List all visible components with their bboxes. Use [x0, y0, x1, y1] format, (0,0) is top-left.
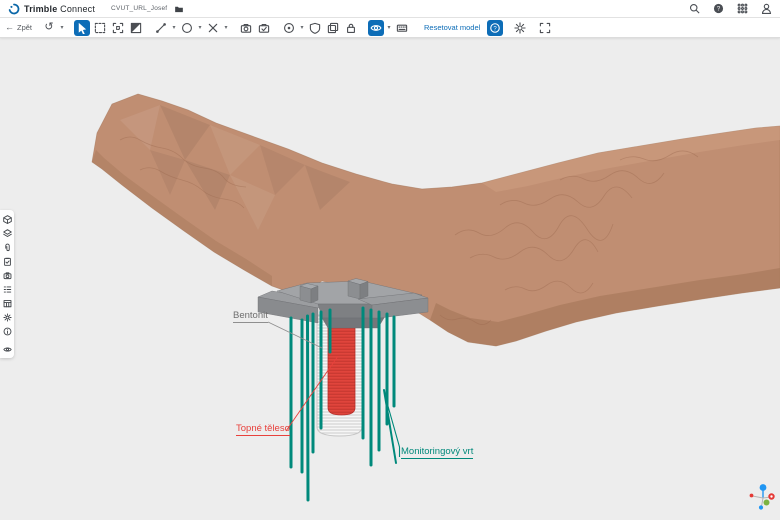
snapshot-button[interactable] [238, 20, 254, 36]
reset-model-button[interactable]: Resetovat model [424, 23, 480, 32]
fullscreen-icon [539, 22, 551, 34]
visibility-dropdown-caret[interactable]: ▾ [385, 20, 393, 36]
brand-light: Connect [60, 4, 95, 14]
eye-icon [370, 22, 382, 34]
section-dropdown-caret[interactable]: ▾ [222, 20, 230, 36]
markup-tag-button[interactable] [307, 20, 323, 36]
svg-text:?: ? [716, 6, 720, 13]
attachments-icon[interactable] [2, 242, 12, 252]
info-icon[interactable] [2, 326, 12, 336]
schedule-table-icon[interactable] [2, 298, 12, 308]
heater-body[interactable] [328, 319, 355, 415]
ellipse-icon [181, 22, 193, 34]
settings-gear-icon[interactable] [2, 312, 12, 322]
layers-icon[interactable] [2, 228, 12, 238]
snapshot-confirm-button[interactable] [256, 20, 272, 36]
trimble-logo-icon [8, 3, 20, 15]
status-dropdown-caret[interactable]: ▾ [298, 20, 306, 36]
markup-label-bentonit[interactable]: Bentonit [233, 310, 268, 323]
fullscreen-button[interactable] [537, 20, 553, 36]
apps-grid-icon[interactable] [736, 3, 748, 15]
side-tool-strip [0, 210, 14, 358]
viewer-toolbar: ← Zpět ↺ ▾ ▾ ▾ [0, 18, 780, 38]
account-icon[interactable] [760, 3, 772, 15]
help-icon[interactable]: ? [712, 3, 724, 15]
camera-icon [240, 22, 252, 34]
marquee-select-button[interactable] [92, 20, 108, 36]
area-select-button[interactable] [110, 20, 126, 36]
models-icon[interactable] [2, 214, 12, 224]
status-sphere-icon [283, 22, 295, 34]
copy-icon [327, 22, 339, 34]
measure-button[interactable] [153, 20, 169, 36]
shape-ellipse-button[interactable] [179, 20, 195, 36]
brand-bold: Trimble [24, 4, 57, 14]
camera-check-icon [258, 22, 270, 34]
project-name-breadcrumb[interactable]: CVUT_URL_Josef [111, 5, 167, 12]
pointer-cursor-icon [76, 22, 88, 34]
trimble-connect-brand[interactable]: Trimble Connect [8, 3, 95, 15]
measure-icon [155, 22, 167, 34]
topics-list-icon[interactable] [2, 284, 12, 294]
top-bar: Trimble Connect CVUT_URL_Josef ? [0, 0, 780, 18]
markup-label-monitoringovy-vrt[interactable]: Monitoringový vrt [401, 446, 473, 459]
measure-dropdown-caret[interactable]: ▾ [170, 20, 178, 36]
terrain-rock-mass[interactable] [92, 94, 780, 346]
trimble-connect-3d-viewer: { "app": { "brand_bold": "Trimble", "bra… [0, 0, 780, 520]
markup-tag-icon [309, 22, 321, 34]
project-folder-icon[interactable] [173, 3, 185, 15]
orientation-gizmo[interactable] [750, 484, 775, 510]
viewport-3d[interactable] [0, 0, 780, 520]
pointer-select-button[interactable] [74, 20, 90, 36]
help-marker-button[interactable]: ? [487, 20, 503, 36]
gear-icon [514, 22, 526, 34]
back-button[interactable]: ← Zpět [5, 23, 32, 32]
invert-selection-button[interactable] [128, 20, 144, 36]
copy-view-button[interactable] [325, 20, 341, 36]
todo-icon[interactable] [2, 256, 12, 266]
keyboard-shortcuts-button[interactable] [394, 20, 410, 36]
lock-icon [345, 22, 357, 34]
visibility-eye-button[interactable] [368, 20, 384, 36]
marquee-select-icon [94, 22, 106, 34]
undo-icon: ↺ [44, 22, 53, 33]
undo-button[interactable]: ↺ [41, 20, 57, 36]
visibility-eye-icon[interactable] [2, 344, 12, 354]
back-arrow-icon: ← [5, 23, 14, 32]
invert-selection-icon [130, 22, 142, 34]
section-cut-button[interactable] [205, 20, 221, 36]
back-label: Zpět [17, 23, 32, 32]
keyboard-icon [396, 22, 408, 34]
settings-button[interactable] [512, 20, 528, 36]
brand-text: Trimble Connect [24, 4, 95, 14]
status-sphere-button[interactable] [281, 20, 297, 36]
search-icon[interactable] [688, 3, 700, 15]
markup-label-topne-teleso[interactable]: Topné těleso [236, 423, 290, 436]
area-select-icon [112, 22, 124, 34]
help-marker-icon: ? [489, 22, 501, 34]
lock-button[interactable] [343, 20, 359, 36]
views-camera-icon[interactable] [2, 270, 12, 280]
shape-dropdown-caret[interactable]: ▾ [196, 20, 204, 36]
undo-dropdown-caret[interactable]: ▾ [58, 20, 66, 36]
section-cut-icon [207, 22, 219, 34]
